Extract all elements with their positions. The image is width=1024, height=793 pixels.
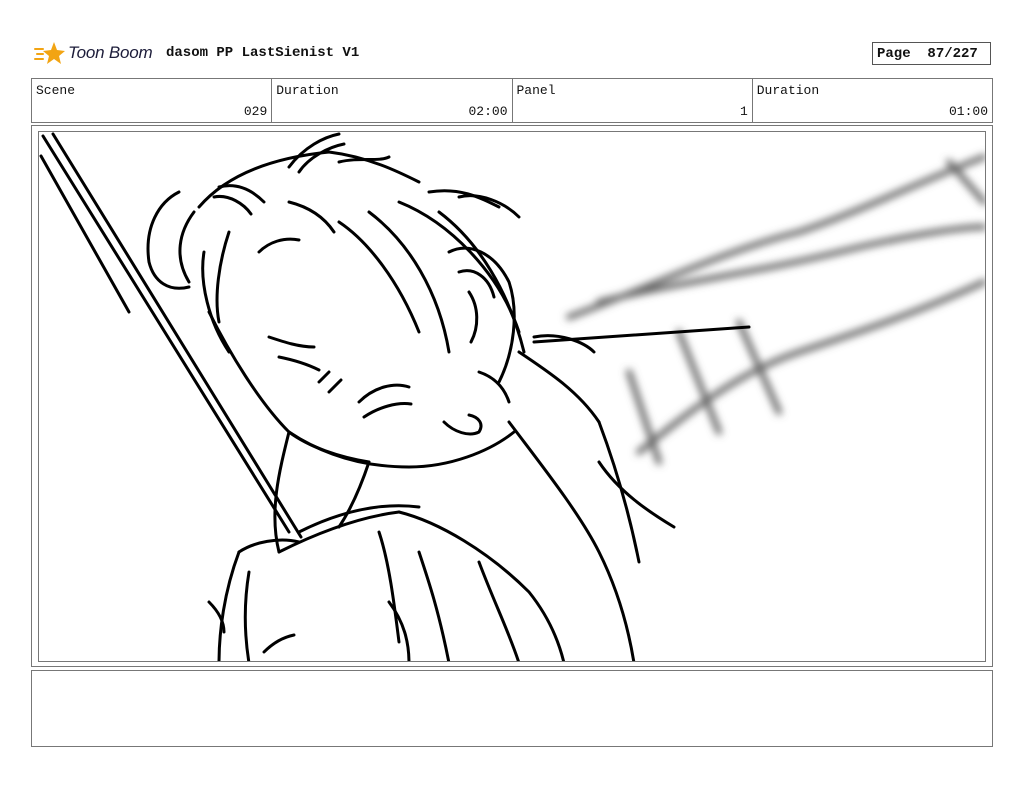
toon-boom-star-icon — [34, 42, 65, 64]
storyboard-panel — [38, 131, 986, 662]
scene-info-row: Scene 029 Duration 02:00 Panel 1 Duratio… — [31, 78, 993, 123]
panel-duration-value: 01:00 — [948, 104, 988, 119]
panel-label: Panel — [516, 83, 556, 98]
scene-duration-label: Duration — [276, 83, 339, 98]
scene-duration-cell: Duration 02:00 — [272, 79, 513, 122]
panel-duration-label: Duration — [756, 83, 820, 98]
project-title: dasom PP LastSienist V1 — [166, 45, 360, 61]
scene-label: Scene — [36, 83, 76, 98]
page-indicator: Page 87/227 — [872, 42, 991, 65]
panel-value: 1 — [739, 104, 748, 119]
panel-cell: Panel 1 — [513, 79, 753, 122]
page-number: 87/227 — [927, 45, 978, 62]
toon-boom-logo: Toon Boom — [34, 38, 153, 68]
scene-value: 029 — [243, 104, 268, 119]
panel-duration-cell: Duration 01:00 — [753, 79, 992, 122]
scene-cell: Scene 029 — [32, 79, 273, 122]
character-sketch — [39, 132, 751, 661]
scene-duration-value: 02:00 — [468, 104, 508, 119]
panel-notes-box — [31, 670, 993, 747]
storyboard-panel-frame — [31, 125, 993, 667]
page-label: Page — [877, 45, 911, 62]
blurred-arm-sketch — [566, 154, 985, 465]
logo-text: Toon Boom — [68, 43, 153, 62]
sketch-drawing-icon — [39, 132, 985, 661]
